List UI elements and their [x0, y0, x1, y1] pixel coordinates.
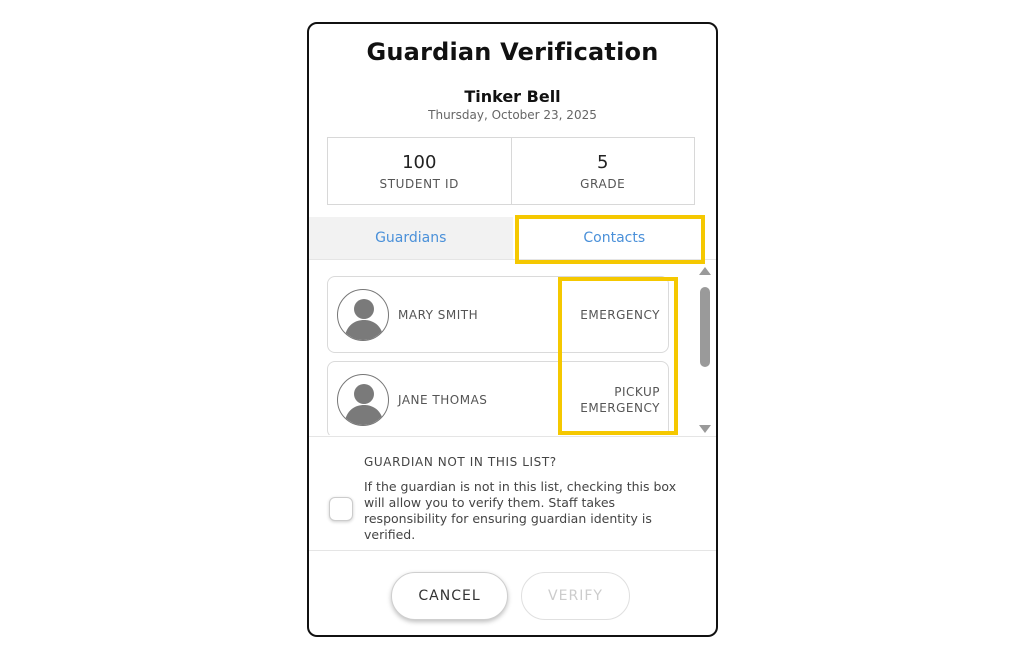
person-avatar-icon: [337, 289, 389, 341]
student-id-label: STUDENT ID: [379, 176, 459, 191]
guardian-verification-dialog: Guardian Verification Tinker Bell Thursd…: [307, 22, 718, 637]
guardian-not-in-list-checkbox[interactable]: [329, 497, 353, 521]
contact-type: PICKUP EMERGENCY: [580, 362, 660, 435]
contact-type: EMERGENCY: [580, 277, 660, 352]
scroll-thumb[interactable]: [700, 287, 710, 367]
tab-contacts[interactable]: Contacts: [512, 217, 716, 259]
contact-name: MARY SMITH: [398, 307, 479, 322]
contact-list: MARY SMITH EMERGENCY JANE THOMAS PICKUP …: [327, 273, 693, 435]
verify-button[interactable]: VERIFY: [521, 572, 630, 620]
student-name: Tinker Bell: [464, 87, 561, 106]
dialog-title: Guardian Verification: [366, 38, 659, 66]
guardian-not-in-list-section: GUARDIAN NOT IN THIS LIST? If the guardi…: [309, 436, 716, 551]
person-avatar-icon: [337, 374, 389, 426]
tab-bar: Guardians Contacts: [309, 217, 716, 260]
contact-type-label: PICKUP: [614, 384, 660, 399]
contact-type-label: EMERGENCY: [580, 400, 660, 415]
student-id-value: 100: [402, 151, 437, 173]
grade-value: 5: [597, 151, 609, 173]
student-info-box: 100 STUDENT ID 5 GRADE: [327, 137, 695, 205]
contact-card[interactable]: JANE THOMAS PICKUP EMERGENCY: [327, 361, 669, 435]
scroll-down-arrow-icon[interactable]: [699, 425, 711, 433]
contact-name: JANE THOMAS: [398, 392, 488, 407]
not-in-list-description: If the guardian is not in this list, che…: [364, 479, 677, 542]
cancel-button[interactable]: CANCEL: [391, 572, 508, 620]
verification-date: Thursday, October 23, 2025: [428, 108, 597, 122]
grade-cell: 5 GRADE: [510, 138, 695, 204]
tab-guardians[interactable]: Guardians: [309, 217, 513, 259]
contact-list-scrollbar[interactable]: [698, 267, 712, 433]
not-in-list-heading: GUARDIAN NOT IN THIS LIST?: [364, 455, 557, 469]
contact-card[interactable]: MARY SMITH EMERGENCY: [327, 276, 669, 353]
grade-label: GRADE: [580, 176, 626, 191]
scroll-up-arrow-icon[interactable]: [699, 267, 711, 275]
student-id-cell: 100 STUDENT ID: [328, 138, 511, 204]
contact-type-label: EMERGENCY: [580, 307, 660, 322]
